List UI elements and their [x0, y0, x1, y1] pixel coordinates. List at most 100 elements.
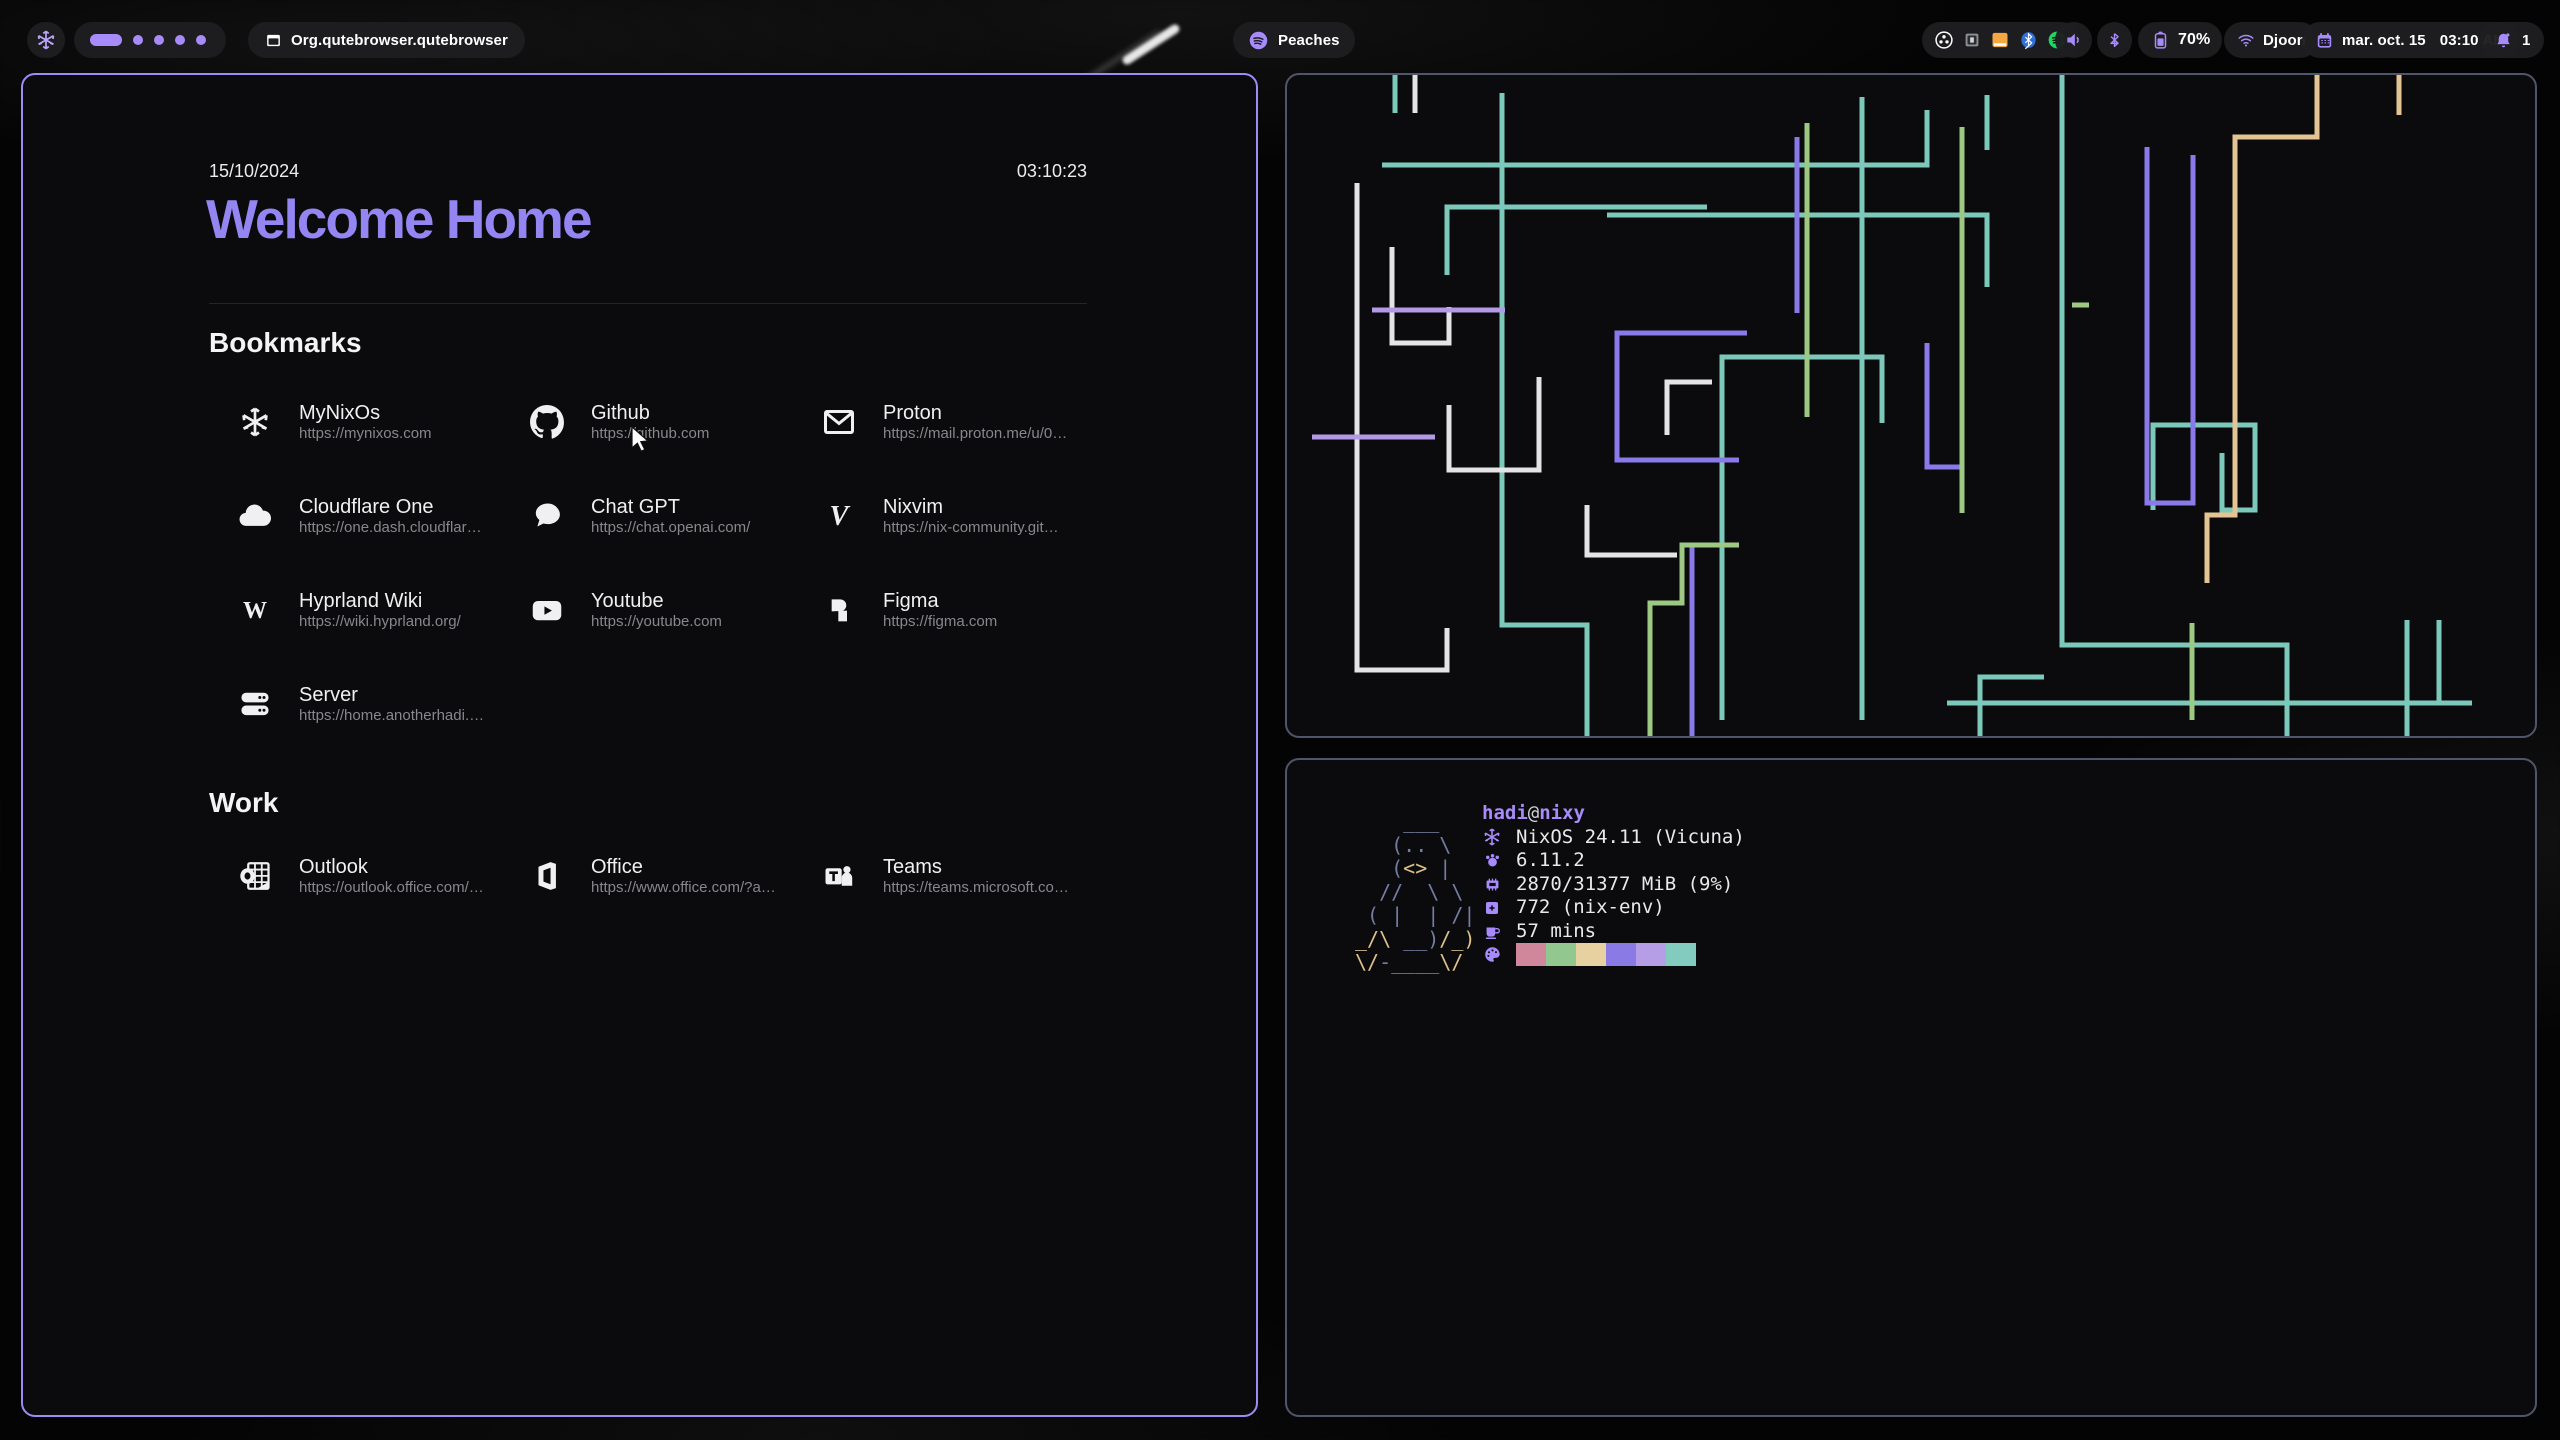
- bookmark-chat-gpt[interactable]: Chat GPThttps://chat.openai.com/: [501, 495, 793, 589]
- fetch-host: nixy: [1539, 802, 1585, 824]
- media-player-widget[interactable]: Peaches: [1233, 22, 1355, 58]
- teams-icon: [820, 857, 858, 895]
- bookmark-url: https://outlook.office.com/…: [299, 879, 484, 896]
- wifi-ssid: Djoon: [2263, 32, 2306, 49]
- bookmark-grid: MyNixOshttps://mynixos.com Github https://…: [209, 401, 1087, 777]
- cloud-icon: [236, 497, 274, 535]
- bookmark-grid: Outlookhttps://outlook.office.com/…Offic…: [209, 855, 1087, 949]
- workspace-2[interactable]: [133, 35, 143, 45]
- bookmark-label: Server: [299, 684, 358, 706]
- mouse-cursor: [630, 426, 654, 457]
- active-window-title: Org.qutebrowser.qutebrowser: [248, 22, 525, 58]
- qutebrowser-window: 15/10/2024 03:10:23 Welcome Home Bookmar…: [21, 73, 1258, 1417]
- bookmark-label: Office: [591, 856, 643, 878]
- palette-swatch: [1606, 943, 1636, 966]
- palette-swatch: [1546, 943, 1576, 966]
- bookmark-url: https://wiki.hyprland.org/: [299, 613, 461, 630]
- battery-percent: 70%: [2178, 31, 2210, 49]
- memory-icon: [1482, 875, 1502, 894]
- bookmark-label: Outlook: [299, 856, 368, 878]
- fetch-entry: 2870/31377 MiB (9%): [1482, 873, 1745, 897]
- nixos-menu-button[interactable]: [27, 22, 65, 58]
- startpage-time: 03:10:23: [1017, 161, 1087, 182]
- bookmark-figma[interactable]: Figmahttps://figma.com: [793, 589, 1085, 683]
- bookmark-url: https://mail.proton.me/u/0…: [883, 425, 1067, 442]
- speaker-icon: [2064, 30, 2084, 50]
- server-icon: [236, 685, 274, 723]
- github-icon: [528, 403, 566, 441]
- bookmark-nixvim[interactable]: V Nixvimhttps://nix-community.git…: [793, 495, 1085, 589]
- fastfetch-ascii-logo: ___ (.. \ (<> | // \ \ ( | | /| _/\ __)/…: [1355, 810, 1475, 975]
- startpage: 15/10/2024 03:10:23 Welcome Home Bookmar…: [209, 75, 1087, 1415]
- battery-widget[interactable]: 70%: [2138, 22, 2222, 58]
- fetch-entry-text: 2870/31377 MiB (9%): [1516, 873, 1733, 897]
- terminal-pipes-window[interactable]: [1285, 73, 2537, 738]
- office-icon: [528, 857, 566, 895]
- files-icon[interactable]: [1990, 30, 2010, 50]
- window-icon: [265, 32, 282, 49]
- bluetooth-widget[interactable]: [2097, 22, 2132, 58]
- fetch-entry: 57 mins: [1482, 920, 1745, 944]
- palette-icon: [1482, 945, 1502, 964]
- notifications-widget[interactable]: 1: [2480, 22, 2544, 58]
- fetch-entry-text: NixOS 24.11 (Vicuna): [1516, 826, 1745, 850]
- bookmark-youtube[interactable]: Youtubehttps://youtube.com: [501, 589, 793, 683]
- bookmark-cloudflare-one[interactable]: Cloudflare Onehttps://one.dash.cloudflar…: [209, 495, 501, 589]
- startpage-date: 15/10/2024: [209, 161, 299, 182]
- workspace-3[interactable]: [154, 35, 164, 45]
- battery-icon: [2150, 30, 2171, 50]
- workspace-4[interactable]: [175, 35, 185, 45]
- volume-widget[interactable]: [2055, 22, 2092, 58]
- bluetooth-tray-icon[interactable]: [2019, 30, 2038, 50]
- bookmark-label: Figma: [883, 590, 939, 612]
- bookmark-url: https://home.anotherhadi.…: [299, 707, 484, 724]
- figma-icon: [820, 591, 858, 629]
- section-heading-bookmarks: Bookmarks: [209, 327, 362, 359]
- bookmark-url: https://nix-community.git…: [883, 519, 1059, 536]
- vim-icon: V: [820, 497, 858, 535]
- section-heading-work: Work: [209, 787, 279, 819]
- fetch-entry: NixOS 24.11 (Vicuna): [1482, 826, 1745, 850]
- snowflake-icon: [236, 403, 274, 441]
- bookmark-outlook[interactable]: Outlookhttps://outlook.office.com/…: [209, 855, 501, 949]
- bookmark-label: Cloudflare One: [299, 496, 434, 518]
- terminal-fetch-window[interactable]: ___ (.. \ (<> | // \ \ ( | | /| _/\ __)/…: [1285, 758, 2537, 1417]
- svg-text:V: V: [830, 501, 851, 532]
- fastfetch-info: hadi@nixy NixOS 24.11 (Vicuna)6.11.22870…: [1482, 802, 1745, 967]
- bookmark-label: Proton: [883, 402, 942, 424]
- outlook-icon: [236, 857, 274, 895]
- clock-date: mar. oct. 15: [2342, 32, 2426, 49]
- bookmark-label: Teams: [883, 856, 942, 878]
- bookmark-url: https://chat.openai.com/: [591, 519, 750, 536]
- palette-swatch: [1666, 943, 1696, 966]
- workspace-5[interactable]: [196, 35, 206, 45]
- bookmark-hyprland-wiki[interactable]: W Hyprland Wikihttps://wiki.hyprland.org/: [209, 589, 501, 683]
- bookmark-proton[interactable]: Protonhttps://mail.proton.me/u/0…: [793, 401, 1085, 495]
- bookmark-office[interactable]: Officehttps://www.office.com/?a…: [501, 855, 793, 949]
- bookmark-url: https://one.dash.cloudflar…: [299, 519, 482, 536]
- bookmark-label: Github: [591, 402, 650, 424]
- fetch-entry-text: 772 (nix-env): [1516, 896, 1665, 920]
- workspace-1-active[interactable]: [90, 34, 122, 46]
- workspaces[interactable]: [74, 22, 226, 58]
- wifi-icon: [2236, 31, 2256, 49]
- fetch-entry-text: 57 mins: [1516, 920, 1596, 944]
- fetch-entry: 6.11.2: [1482, 849, 1745, 873]
- obs-icon[interactable]: [1934, 30, 1954, 50]
- bookmark-label: Hyprland Wiki: [299, 590, 422, 612]
- bookmark-label: Nixvim: [883, 496, 943, 518]
- keepassxc-icon[interactable]: [1963, 31, 1981, 49]
- bookmark-url: https://mynixos.com: [299, 425, 432, 442]
- spotify-icon: [1248, 30, 1269, 51]
- bookmark-server[interactable]: Serverhttps://home.anotherhadi.…: [209, 683, 501, 777]
- wiki-icon: W: [236, 591, 274, 629]
- window-title-text: Org.qutebrowser.qutebrowser: [291, 32, 508, 49]
- mail-icon: [820, 403, 858, 441]
- bookmark-url: https://youtube.com: [591, 613, 722, 630]
- nixos-snowflake-icon: [35, 29, 57, 51]
- palette-swatch: [1636, 943, 1666, 966]
- bookmark-teams[interactable]: Teamshttps://teams.microsoft.co…: [793, 855, 1085, 949]
- snowflake-icon: [1482, 820, 1502, 854]
- bookmark-mynixos[interactable]: MyNixOshttps://mynixos.com: [209, 401, 501, 495]
- bookmark-label: MyNixOs: [299, 402, 380, 424]
